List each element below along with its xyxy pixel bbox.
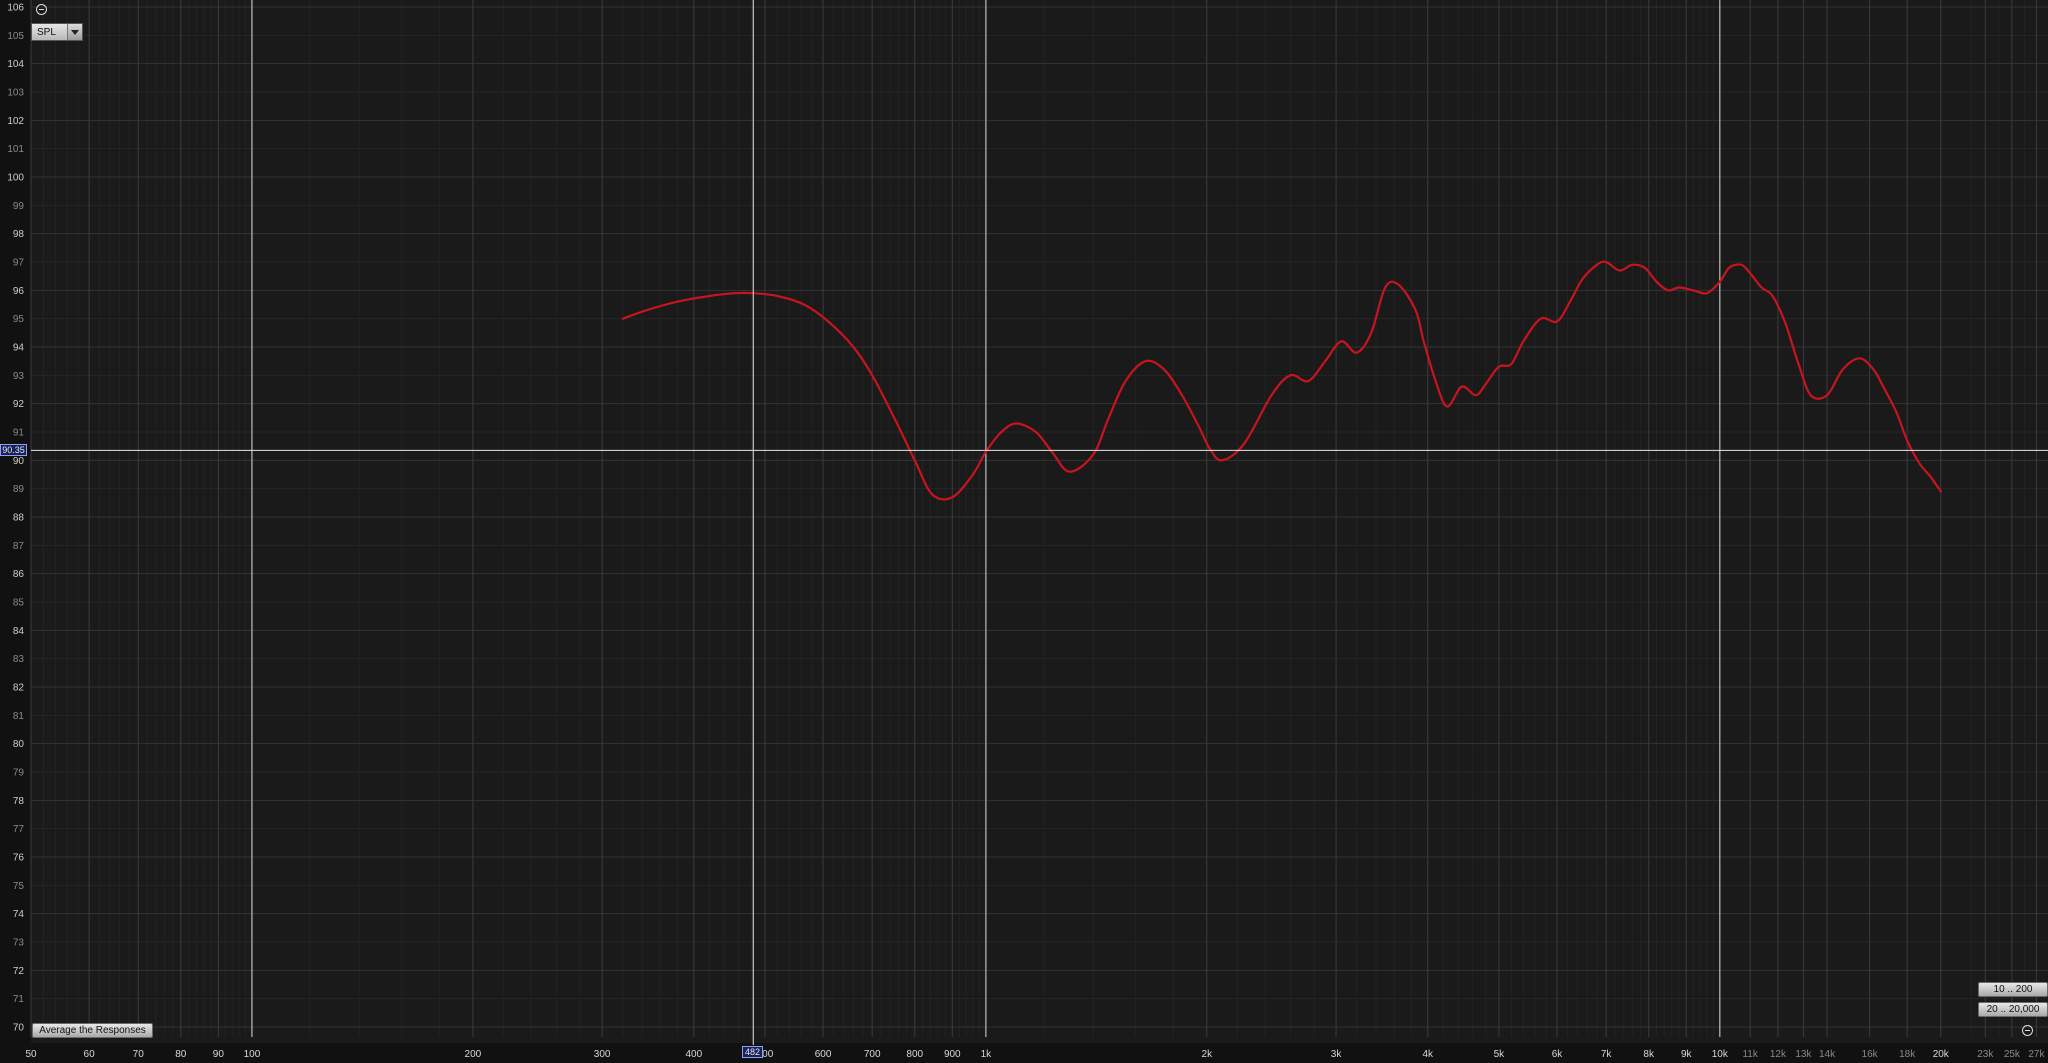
y-tick-label: 97 — [13, 258, 25, 269]
mode-select-value: SPL — [37, 27, 56, 38]
x-tick-label: 4k — [1422, 1049, 1434, 1060]
y-tick-label: 91 — [13, 428, 25, 439]
range-20-20000-button[interactable]: 20 .. 20,000 — [1978, 1002, 2048, 1017]
x-tick-label: 7k — [1601, 1049, 1613, 1060]
y-tick-label: 78 — [13, 796, 25, 807]
x-tick-label: 80 — [175, 1049, 187, 1060]
x-tick-label: 400 — [685, 1049, 702, 1060]
y-tick-label: 88 — [13, 513, 25, 524]
y-tick-label: 106 — [7, 3, 24, 14]
x-tick-label: 50 — [25, 1049, 37, 1060]
x-tick-label: 12k — [1770, 1049, 1787, 1060]
x-tick-label: 14k — [1819, 1049, 1836, 1060]
y-tick-label: 99 — [13, 201, 25, 212]
y-tick-label: 105 — [7, 31, 24, 42]
y-tick-label: 73 — [13, 938, 25, 949]
y-tick-label: 76 — [13, 853, 25, 864]
y-tick-label: 83 — [13, 654, 25, 665]
y-tick-label: 102 — [7, 116, 24, 127]
x-tick-label: 18k — [1899, 1049, 1916, 1060]
y-tick-label: 92 — [13, 399, 25, 410]
mode-select[interactable]: SPL — [31, 23, 83, 41]
y-tick-label: 84 — [13, 626, 25, 637]
x-tick-label: 23k — [1977, 1049, 1994, 1060]
y-tick-label: 96 — [13, 286, 25, 297]
x-tick-label: 100 — [244, 1049, 261, 1060]
x-tick-label: 10k — [1712, 1049, 1729, 1060]
x-tick-label: 800 — [906, 1049, 923, 1060]
y-tick-label: 75 — [13, 881, 25, 892]
y-axis-labels: 71 73 75 77 79 81 83 85 87 89 91 93 95 97 99 101 103 105 7… — [7, 3, 24, 1034]
x-tick-label: 200 — [465, 1049, 482, 1060]
y-tick-label: 81 — [13, 711, 25, 722]
x-tick-label: 27k — [2028, 1049, 2045, 1060]
y-tick-label: 87 — [13, 541, 25, 552]
x-tick-label: 2k — [1202, 1049, 1214, 1060]
x-tick-label: 60 — [84, 1049, 96, 1060]
x-tick-label: 8k — [1643, 1049, 1655, 1060]
y-tick-label: 89 — [13, 484, 25, 495]
x-tick-label: 25k — [2004, 1049, 2021, 1060]
y-tick-label: 98 — [13, 229, 25, 240]
y-tick-label: 74 — [13, 909, 25, 920]
y-tick-label: 103 — [7, 88, 24, 99]
x-tick-label: 3k — [1331, 1049, 1343, 1060]
zoom-out-icon[interactable] — [36, 4, 47, 15]
x-axis-labels: 50 60 70 80 90 100 200 300 400 500 600 700 800 900 1k 2… — [25, 1049, 2045, 1060]
x-tick-label: 11k — [1742, 1049, 1758, 1060]
y-tick-label: 101 — [7, 144, 24, 155]
y-tick-label: 104 — [7, 59, 24, 70]
y-tick-label: 86 — [13, 569, 25, 580]
x-tick-label: 90 — [213, 1049, 225, 1060]
cursor-freq-readout: 482 — [742, 1046, 763, 1058]
x-tick-label: 20k — [1933, 1049, 1950, 1060]
y-tick-label: 94 — [13, 343, 25, 354]
chevron-down-icon[interactable] — [67, 24, 82, 40]
y-tick-label: 85 — [13, 598, 25, 609]
y-tick-label: 80 — [13, 739, 25, 750]
x-tick-label: 6k — [1552, 1049, 1564, 1060]
y-tick-label: 100 — [7, 173, 24, 184]
y-tick-label: 82 — [13, 683, 25, 694]
x-tick-label: 1k — [981, 1049, 993, 1060]
x-tick-label: 600 — [815, 1049, 832, 1060]
x-tick-label: 300 — [594, 1049, 611, 1060]
zoom-out-icon-bottom[interactable] — [2022, 1025, 2033, 1036]
plot-background — [31, 0, 2048, 1043]
x-tick-label: 9k — [1681, 1049, 1693, 1060]
y-tick-label: 70 — [13, 1023, 25, 1034]
x-tick-label: 900 — [944, 1049, 961, 1060]
y-tick-label: 79 — [13, 768, 25, 779]
y-tick-label: 77 — [13, 824, 25, 835]
average-responses-button[interactable]: Average the Responses — [32, 1023, 153, 1038]
y-tick-label: 93 — [13, 371, 25, 382]
y-tick-label: 72 — [13, 966, 25, 977]
x-tick-label: 70 — [133, 1049, 145, 1060]
x-tick-label: 700 — [864, 1049, 881, 1060]
x-tick-label: 5k — [1494, 1049, 1506, 1060]
x-tick-label: 16k — [1862, 1049, 1879, 1060]
spl-chart[interactable]: 71 73 75 77 79 81 83 85 87 89 91 93 95 97 99 101 103 105 7… — [0, 0, 2048, 1063]
y-tick-label: 90 — [13, 456, 25, 467]
cursor-spl-readout: 90.35 — [0, 444, 27, 456]
range-10-200-button[interactable]: 10 .. 200 — [1978, 982, 2048, 997]
y-tick-label: 95 — [13, 314, 25, 325]
y-tick-label: 71 — [13, 994, 25, 1005]
x-tick-label: 13k — [1795, 1049, 1812, 1060]
